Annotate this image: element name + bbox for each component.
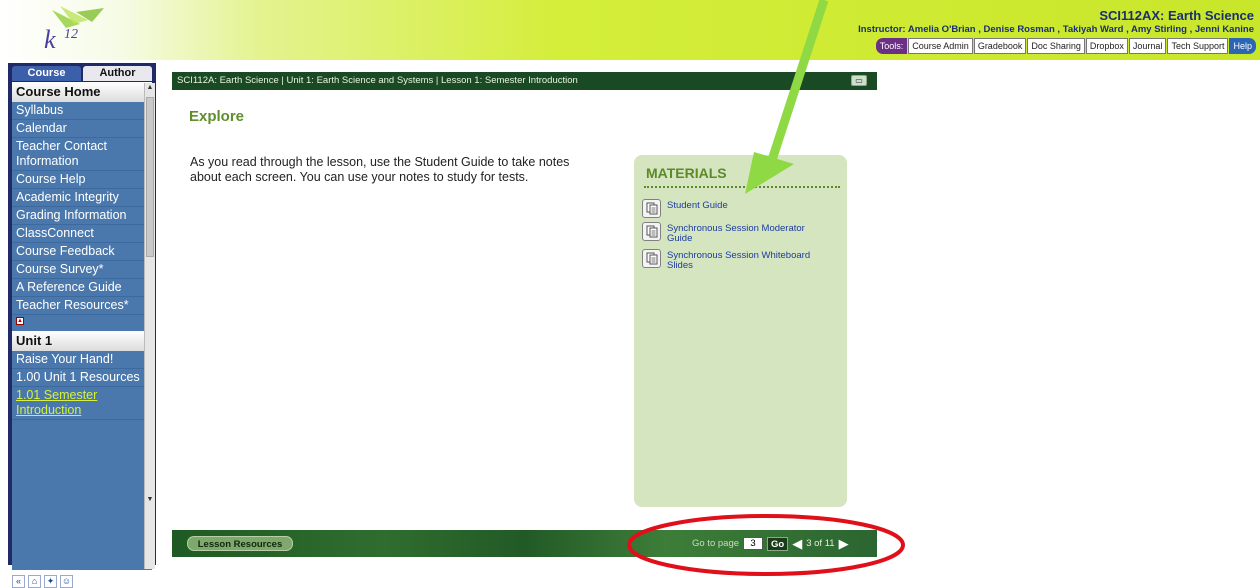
- tool-doc-sharing[interactable]: Doc Sharing: [1027, 38, 1085, 54]
- go-button[interactable]: Go: [767, 536, 789, 551]
- breadcrumb: SCI112A: Earth Science | Unit 1: Earth S…: [172, 72, 877, 90]
- tab-author[interactable]: Author: [83, 66, 152, 81]
- moderator-guide-link[interactable]: Synchronous Session Moderator Guide: [667, 222, 817, 243]
- person-icon[interactable]: ☺: [60, 574, 73, 588]
- sidebar-item-course-survey[interactable]: Course Survey*: [12, 261, 152, 279]
- whiteboard-slides-link[interactable]: Synchronous Session Whiteboard Slides: [667, 249, 817, 270]
- sidebar-item-unit-resources[interactable]: 1.00 Unit 1 Resources: [12, 369, 152, 387]
- next-page-icon[interactable]: ▶: [839, 536, 849, 551]
- page-number-input[interactable]: [743, 537, 764, 550]
- tools-label: Tools:: [875, 38, 908, 54]
- previous-page-icon[interactable]: ◀: [792, 536, 802, 551]
- sidebar-item-raise-hand[interactable]: Raise Your Hand!: [12, 351, 152, 369]
- page-count: 3 of 11: [806, 538, 835, 549]
- sidebar-scrollbar[interactable]: ▲ ▼: [144, 83, 155, 569]
- sidebar-item-teacher-contact[interactable]: Teacher Contact Information: [12, 138, 152, 171]
- sidebar-item-grading-information[interactable]: Grading Information: [12, 207, 152, 225]
- sidebar-item-classconnect[interactable]: ClassConnect: [12, 225, 152, 243]
- sidebar-bottom-icons: « ⌂ ✦ ☺: [12, 574, 152, 588]
- document-icon: [642, 222, 661, 241]
- sidebar-item-teacher-resources[interactable]: Teacher Resources*: [12, 297, 152, 315]
- material-item[interactable]: Synchronous Session Whiteboard Slides: [642, 249, 817, 270]
- print-icon[interactable]: ▭: [851, 75, 867, 86]
- lesson-footer: Lesson Resources Go to page Go ◀ 3 of 11…: [172, 530, 877, 557]
- material-item[interactable]: Student Guide: [642, 199, 817, 218]
- materials-title: MATERIALS: [646, 165, 727, 181]
- document-icon: [642, 249, 661, 268]
- page-title: Explore: [189, 108, 245, 125]
- collapse-icon[interactable]: «: [12, 574, 25, 588]
- section-course-home[interactable]: Course Home: [12, 82, 152, 102]
- header-bar: k 12 SCI112AX: Earth Science Instructor:…: [0, 0, 1260, 60]
- svg-text:k: k: [44, 25, 56, 54]
- tool-gradebook[interactable]: Gradebook: [973, 38, 1027, 54]
- sidebar-item-syllabus[interactable]: Syllabus: [12, 102, 152, 120]
- tool-tech-support[interactable]: Tech Support: [1167, 38, 1229, 54]
- sidebar-item-reference-guide[interactable]: A Reference Guide: [12, 279, 152, 297]
- scroll-down-icon[interactable]: ▼: [145, 495, 155, 505]
- lesson-instructions: As you read through the lesson, use the …: [190, 155, 570, 184]
- scrollbar-thumb[interactable]: [146, 97, 154, 257]
- pager: Go to page Go ◀ 3 of 11 ▶: [692, 536, 849, 551]
- sidebar-item-calendar[interactable]: Calendar: [12, 120, 152, 138]
- material-item[interactable]: Synchronous Session Moderator Guide: [642, 222, 817, 243]
- student-guide-link[interactable]: Student Guide: [667, 199, 817, 211]
- sidebar-nav-panel: Course Home Syllabus Calendar Teacher Co…: [12, 82, 152, 570]
- materials-panel: MATERIALS Student Guide Synchronous Sess…: [634, 155, 847, 507]
- sidebar-item-semester-intro[interactable]: 1.01 Semester Introduction: [12, 387, 152, 420]
- tool-dropbox[interactable]: Dropbox: [1085, 38, 1128, 54]
- lightbulb-icon[interactable]: ✦: [44, 574, 57, 588]
- document-icon: [642, 199, 661, 218]
- sidebar: Course Author Course Home Syllabus Calen…: [8, 63, 156, 588]
- lesson-resources-button[interactable]: Lesson Resources: [187, 536, 293, 551]
- tools-bar: Tools: Course Admin Gradebook Doc Sharin…: [875, 38, 1256, 54]
- sidebar-item-academic-integrity[interactable]: Academic Integrity: [12, 189, 152, 207]
- course-title: SCI112AX: Earth Science: [1099, 8, 1254, 23]
- collapse-section-icon[interactable]: ▲: [16, 317, 24, 325]
- tool-journal[interactable]: Journal: [1128, 38, 1167, 54]
- tool-help[interactable]: Help: [1229, 38, 1256, 54]
- home-icon[interactable]: ⌂: [28, 574, 41, 588]
- tool-course-admin[interactable]: Course Admin: [908, 38, 973, 54]
- svg-text:12: 12: [64, 27, 78, 42]
- k12-logo[interactable]: k 12: [30, 4, 110, 56]
- instructor-list: Instructor: Amelia O'Brian , Denise Rosm…: [858, 24, 1254, 35]
- section-unit-1[interactable]: Unit 1: [12, 331, 152, 351]
- sidebar-item-course-feedback[interactable]: Course Feedback: [12, 243, 152, 261]
- materials-divider: [644, 186, 840, 188]
- breadcrumb-text: SCI112A: Earth Science | Unit 1: Earth S…: [177, 75, 578, 86]
- go-to-page-label: Go to page: [692, 538, 740, 549]
- tab-course[interactable]: Course: [12, 66, 81, 81]
- sidebar-item-course-help[interactable]: Course Help: [12, 171, 152, 189]
- sidebar-tabs: Course Author: [12, 66, 152, 81]
- scroll-up-icon[interactable]: ▲: [145, 83, 155, 93]
